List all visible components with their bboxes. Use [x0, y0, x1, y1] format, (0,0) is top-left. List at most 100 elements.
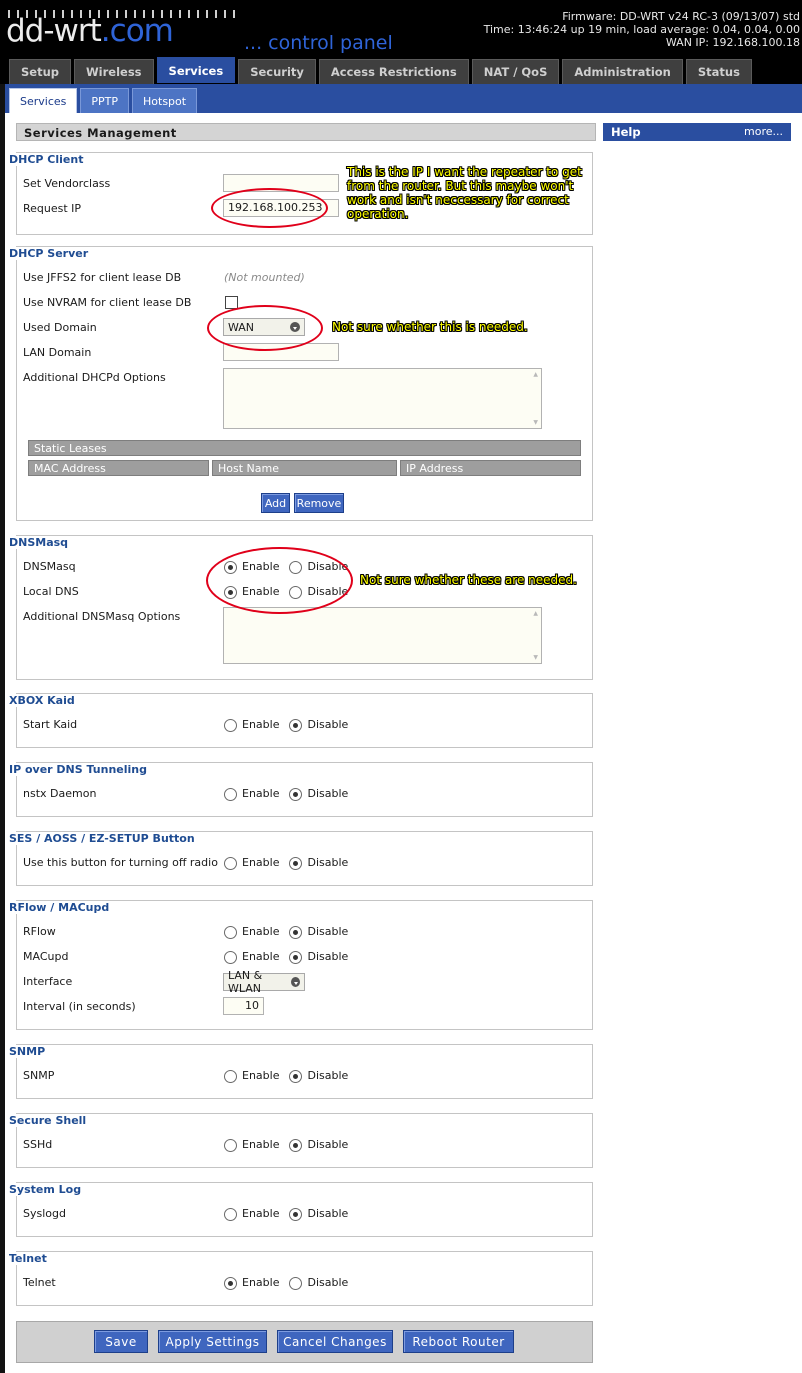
dhcpd-options-textarea[interactable]: ▲ ▼ [223, 368, 542, 429]
logo-main: dd-wrt [6, 13, 102, 49]
dnsmasq-title: DNSMasq [9, 536, 72, 549]
header-bar: dd-wrt.com ... control panel Firmware: D… [0, 0, 802, 84]
page-title: Services Management [16, 123, 596, 141]
annotation-line: operation. [347, 207, 409, 221]
kaid-disable-radio[interactable] [289, 718, 303, 732]
dnsmasq-options-label: Additional DNSMasq Options [23, 610, 181, 623]
snmp-title: SNMP [9, 1045, 49, 1058]
telnet-disable-radio[interactable] [289, 1276, 303, 1290]
annotation-line: This is the IP I want the repeater to ge… [347, 165, 582, 179]
telnet-title: Telnet [9, 1252, 50, 1265]
add-lease-button[interactable]: Add [261, 493, 290, 513]
tab-access-restrictions[interactable]: Access Restrictions [318, 59, 469, 84]
column-mac-address: MAC Address [28, 460, 209, 476]
macupd-enable-radio[interactable] [224, 950, 237, 964]
tab-status[interactable]: Status [685, 59, 752, 84]
jffs2-label: Use JFFS2 for client lease DB [23, 271, 182, 284]
ses-title: SES / AOSS / EZ-SETUP Button [9, 832, 198, 845]
router-info: Firmware: DD-WRT v24 RC-3 (09/13/07) std… [484, 10, 800, 49]
subtab-pptp[interactable]: PPTP [80, 88, 130, 113]
interface-select[interactable]: LAN & WLAN [223, 969, 305, 995]
annotation-line: from the router. But this maybe won't [347, 179, 574, 193]
ses-enable-radio[interactable] [224, 856, 237, 870]
rflow-disable-radio[interactable] [289, 925, 303, 939]
interval-input[interactable]: 10 [223, 997, 264, 1015]
tab-security[interactable]: Security [238, 59, 316, 84]
tab-services[interactable]: Services [156, 57, 236, 83]
nstx-disable-radio[interactable] [289, 787, 303, 801]
syslogd-disable-radio[interactable] [289, 1207, 303, 1221]
xbox-kaid-title: XBOX Kaid [9, 694, 78, 707]
rflow-label: RFlow [23, 925, 56, 938]
used-domain-label: Used Domain [23, 321, 97, 334]
remove-lease-button[interactable]: Remove [294, 493, 344, 513]
dnsmasq-annotation: Not sure whether these are needed. [360, 573, 577, 587]
dnsmasq-highlight [206, 547, 353, 614]
sshd-enable-radio[interactable] [224, 1138, 237, 1152]
nvram-label: Use NVRAM for client lease DB [23, 296, 192, 309]
subtab-services[interactable]: Services [9, 88, 78, 113]
dnsmasq-options-textarea[interactable]: ▲ ▼ [223, 607, 542, 664]
disable-label: Disable [307, 1276, 349, 1289]
telnet-radio-group: Enable Disable [224, 1276, 358, 1290]
rflow-enable-radio[interactable] [224, 925, 237, 939]
sub-tabs: Services PPTP Hotspot [9, 88, 198, 113]
enable-label: Enable [242, 1138, 280, 1151]
disable-label: Disable [307, 1207, 349, 1220]
nstx-radio-group: Enable Disable [224, 787, 358, 801]
save-button[interactable]: Save [94, 1330, 148, 1353]
firmware-text: Firmware: DD-WRT v24 RC-3 (09/13/07) std [562, 10, 800, 23]
ses-radio-group: Enable Disable [224, 856, 358, 870]
disable-label: Disable [307, 718, 349, 731]
ip-over-dns-title: IP over DNS Tunneling [9, 763, 151, 776]
apply-settings-button[interactable]: Apply Settings [158, 1330, 267, 1353]
disable-label: Disable [307, 1138, 349, 1151]
request-ip-label: Request IP [23, 202, 82, 215]
interval-label: Interval (in seconds) [23, 1000, 136, 1013]
macupd-disable-radio[interactable] [289, 950, 303, 964]
macupd-radio-group: Enable Disable [224, 950, 358, 964]
chevron-down-icon [291, 977, 300, 987]
help-title: Help [611, 125, 641, 139]
tab-setup[interactable]: Setup [9, 59, 71, 84]
scroll-up-icon: ▲ [533, 371, 538, 378]
dnsmasq-label: DNSMasq [23, 560, 76, 573]
snmp-enable-radio[interactable] [224, 1069, 237, 1083]
used-domain-annotation: Not sure whether this is needed. [332, 320, 528, 334]
disable-label: Disable [307, 856, 349, 869]
tab-administration[interactable]: Administration [562, 59, 683, 84]
enable-label: Enable [242, 856, 280, 869]
telnet-enable-radio[interactable] [224, 1276, 237, 1290]
tab-nat-qos[interactable]: NAT / QoS [471, 59, 560, 84]
help-more-link[interactable]: more... [744, 125, 783, 139]
scroll-down-icon: ▼ [533, 419, 538, 426]
dhcp-server-title: DHCP Server [9, 247, 92, 260]
reboot-router-button[interactable]: Reboot Router [403, 1330, 514, 1353]
sshd-disable-radio[interactable] [289, 1138, 303, 1152]
disable-label: Disable [307, 925, 349, 938]
ses-label: Use this button for turning off radio [23, 856, 218, 869]
rflow-title: RFlow / MACupd [9, 901, 113, 914]
cancel-changes-button[interactable]: Cancel Changes [277, 1330, 393, 1353]
disable-label: Disable [307, 950, 349, 963]
enable-label: Enable [242, 1069, 280, 1082]
lan-domain-label: LAN Domain [23, 346, 92, 359]
help-panel-header: Help more... [603, 123, 791, 141]
tab-wireless[interactable]: Wireless [74, 59, 154, 84]
ses-disable-radio[interactable] [289, 856, 303, 870]
syslogd-enable-radio[interactable] [224, 1207, 237, 1221]
main-tabs: Setup Wireless Services Security Access … [9, 57, 752, 84]
vendorclass-label: Set Vendorclass [23, 177, 111, 190]
sshd-label: SSHd [23, 1138, 53, 1151]
disable-label: Disable [307, 1069, 349, 1082]
nstx-enable-radio[interactable] [224, 787, 237, 801]
subtab-hotspot[interactable]: Hotspot [132, 88, 198, 113]
scroll-down-icon: ▼ [533, 654, 538, 661]
ddwrt-logo: dd-wrt.com [6, 13, 174, 49]
snmp-disable-radio[interactable] [289, 1069, 303, 1083]
enable-label: Enable [242, 718, 280, 731]
nstx-label: nstx Daemon [23, 787, 97, 800]
enable-label: Enable [242, 787, 280, 800]
kaid-enable-radio[interactable] [224, 718, 237, 732]
column-ip-address: IP Address [400, 460, 581, 476]
